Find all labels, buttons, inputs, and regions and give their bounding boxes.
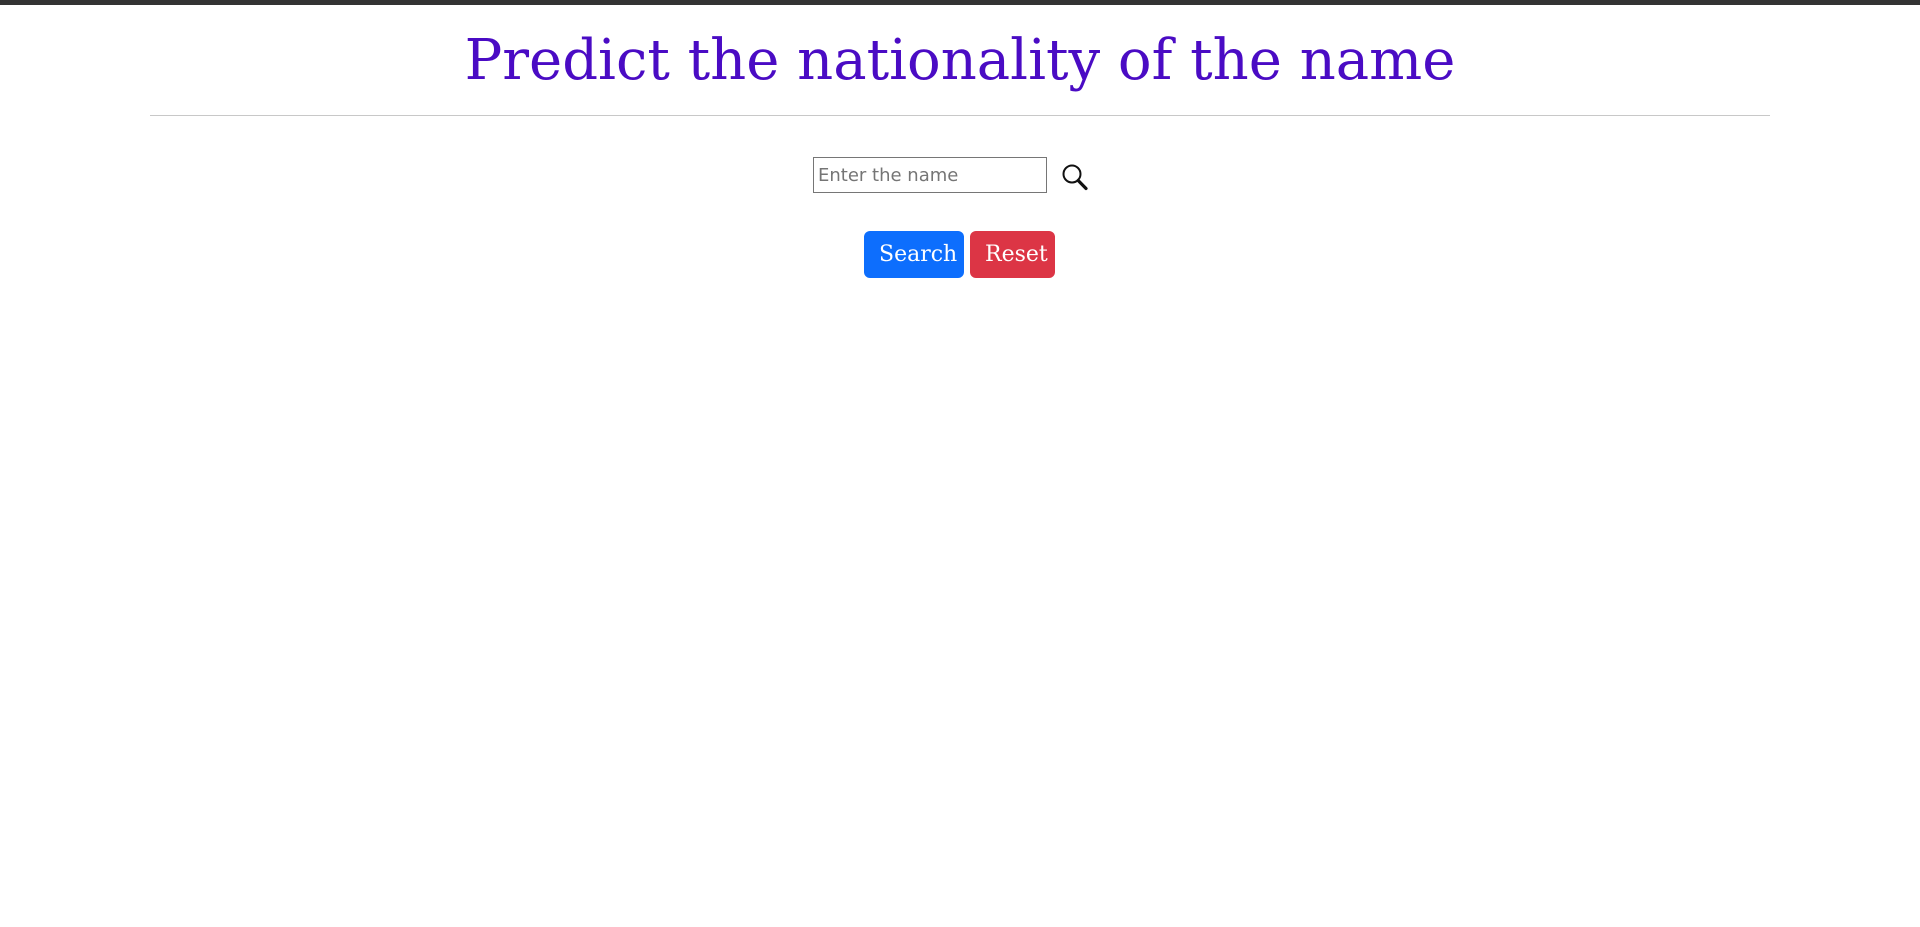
title-divider <box>150 115 1770 116</box>
search-button[interactable]: Search <box>864 231 964 278</box>
page: Predict the nationality of the name Sear… <box>0 5 1920 927</box>
search-row <box>813 157 1089 193</box>
name-input[interactable] <box>813 157 1047 193</box>
page-title: Predict the nationality of the name <box>464 28 1456 93</box>
search-icon[interactable] <box>1061 163 1089 193</box>
action-buttons: Search Reset <box>864 231 1055 278</box>
reset-button[interactable]: Reset <box>970 231 1055 278</box>
